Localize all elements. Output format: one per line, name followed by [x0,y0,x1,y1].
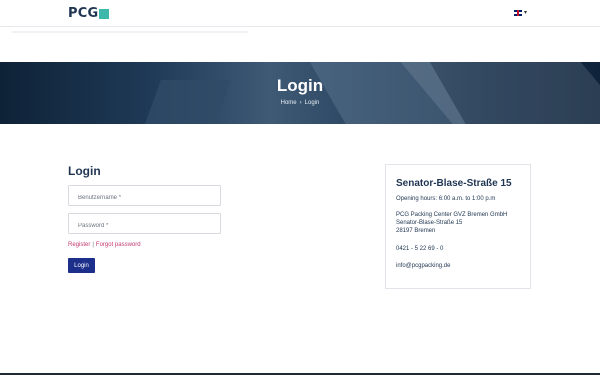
page-title: Login [276,76,324,95]
login-heading: Login [68,164,101,178]
forgot-password-link[interactable]: Forgot password [96,242,141,248]
phone-number[interactable]: 0421 - 5 22 69 - 0 [396,245,443,253]
login-button[interactable]: Login [68,258,95,273]
password-field[interactable] [68,213,221,236]
address-line: 28197 Bremen [396,228,436,234]
breadcrumb-current: Login [304,100,320,106]
secondary-bar [0,27,600,62]
secondary-bar-divider [12,31,248,33]
page-hero-banner: Login [0,62,600,124]
chevron-down-icon: ▾ [524,10,528,16]
breadcrumb: Home › Login [0,100,600,106]
contact-card: Senator-Blase-Straße 15 Opening hours: 6… [385,164,531,289]
logo-square-icon [99,8,110,19]
username-field[interactable] [68,185,221,208]
account-links: Register | Forgot password [68,242,141,248]
uk-flag-icon [514,10,522,16]
address-line: PCG Packing Center GVZ Bremen GmbH [396,212,508,218]
link-separator: | [92,242,94,248]
breadcrumb-home[interactable]: Home [281,100,297,106]
email-link[interactable]: info@pcgpacking.de [396,262,450,270]
opening-hours: Opening hours: 6:00 a.m. to 1:00 p.m [396,196,496,202]
username-input[interactable] [69,188,220,208]
logo[interactable]: PCG [68,6,110,21]
logo-text: PCG [68,6,99,21]
contact-title: Senator-Blase-Straße 15 [396,178,512,189]
language-switcher[interactable]: ▾ [514,10,527,16]
breadcrumb-separator-icon: › [299,100,302,106]
register-link[interactable]: Register [68,242,90,248]
password-input[interactable] [69,216,220,236]
top-navbar: PCG ▾ [0,0,600,27]
address-line: Senator-Blase-Straße 15 [396,220,463,226]
